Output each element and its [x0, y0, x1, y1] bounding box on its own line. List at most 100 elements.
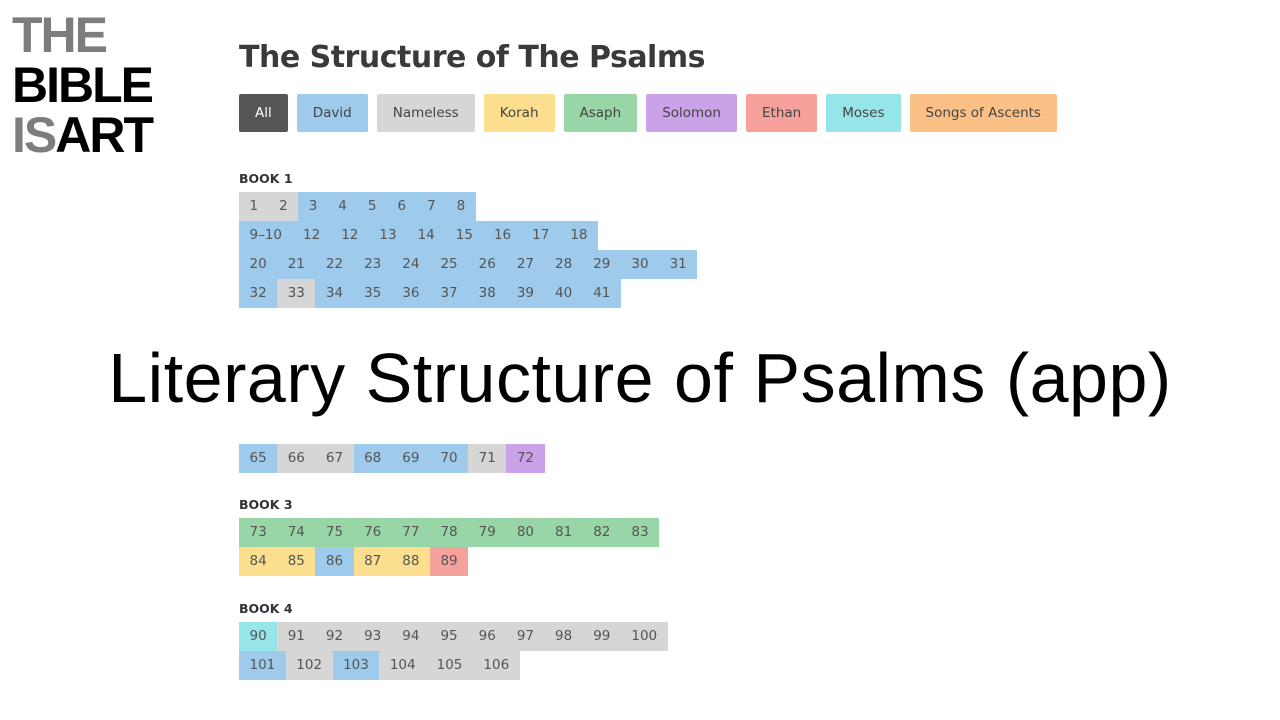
psalm-row: 65 66 67 68 69 70 71 72	[239, 444, 545, 473]
psalm-cell[interactable]: 65	[239, 444, 278, 473]
psalm-cell[interactable]: 89	[429, 547, 469, 576]
psalm-cell[interactable]: 6	[386, 192, 417, 221]
filter-korah-button[interactable]: Korah	[483, 94, 555, 132]
psalm-cell[interactable]: 30	[620, 250, 660, 279]
psalm-cell[interactable]: 78	[429, 518, 469, 547]
psalm-cell[interactable]: 33	[277, 279, 316, 308]
psalm-cell[interactable]: 96	[468, 622, 507, 651]
psalm-cell[interactable]: 77	[391, 518, 430, 547]
psalm-cell[interactable]: 3	[298, 192, 328, 221]
psalm-cell[interactable]: 28	[544, 250, 583, 279]
psalm-cell[interactable]: 13	[368, 221, 408, 250]
psalm-cell[interactable]: 92	[315, 622, 354, 651]
psalm-cell[interactable]: 86	[315, 547, 354, 576]
filter-moses-button[interactable]: Moses	[826, 94, 901, 132]
psalm-cell[interactable]: 106	[472, 651, 520, 680]
filter-nameless-button[interactable]: Nameless	[376, 94, 475, 132]
psalm-cell[interactable]: 68	[353, 444, 392, 473]
psalm-cell[interactable]: 37	[429, 279, 469, 308]
psalm-cell[interactable]: 12	[330, 221, 369, 250]
psalm-cell[interactable]: 83	[620, 518, 660, 547]
psalm-cell[interactable]: 85	[277, 547, 316, 576]
psalm-cell[interactable]: 4	[327, 192, 358, 221]
psalm-cell[interactable]: 97	[506, 622, 545, 651]
psalm-cell[interactable]: 88	[391, 547, 430, 576]
psalm-cell[interactable]: 34	[315, 279, 354, 308]
psalm-cell[interactable]: 24	[391, 250, 430, 279]
book-label: BOOK 4	[239, 601, 293, 616]
page-title: The Structure of The Psalms	[239, 40, 705, 75]
psalm-row: 90 91 92 93 94 95 96 97 98 99 100	[239, 622, 668, 651]
psalm-cell[interactable]: 2	[268, 192, 299, 221]
psalm-cell[interactable]: 90	[239, 622, 278, 651]
psalm-cell[interactable]: 1	[239, 192, 269, 221]
psalm-cell[interactable]: 17	[521, 221, 560, 250]
psalm-cell[interactable]: 101	[239, 651, 286, 680]
psalm-cell[interactable]: 22	[315, 250, 354, 279]
psalm-cell[interactable]: 15	[445, 221, 484, 250]
psalm-cell[interactable]: 31	[659, 250, 698, 279]
psalm-cell[interactable]: 73	[239, 518, 278, 547]
psalm-cell[interactable]: 91	[277, 622, 316, 651]
psalm-cell[interactable]: 5	[357, 192, 387, 221]
psalm-cell[interactable]: 81	[544, 518, 583, 547]
psalm-cell[interactable]: 8	[446, 192, 476, 221]
psalm-cell[interactable]: 21	[277, 250, 316, 279]
psalm-cell[interactable]: 71	[468, 444, 507, 473]
psalm-cell[interactable]: 99	[582, 622, 621, 651]
psalm-cell[interactable]: 66	[277, 444, 316, 473]
psalm-cell[interactable]: 82	[582, 518, 621, 547]
psalm-cell[interactable]: 9–10	[239, 221, 293, 250]
book-4-section: BOOK 4 90 91 92 93 94 95 96 97 98 99 100 101 102 103 10…	[239, 598, 668, 680]
psalm-cell[interactable]: 93	[353, 622, 392, 651]
psalm-cell[interactable]: 105	[426, 651, 473, 680]
book-label: BOOK 1	[239, 171, 293, 186]
psalm-cell[interactable]: 16	[483, 221, 522, 250]
psalm-cell[interactable]: 69	[391, 444, 430, 473]
psalm-cell[interactable]: 29	[582, 250, 621, 279]
filter-asaph-button[interactable]: Asaph	[563, 94, 638, 132]
psalm-cell[interactable]: 84	[239, 547, 278, 576]
psalm-cell[interactable]: 41	[582, 279, 621, 308]
filter-solomon-button[interactable]: Solomon	[646, 94, 737, 132]
psalm-cell[interactable]: 70	[429, 444, 469, 473]
psalm-cell[interactable]: 94	[391, 622, 430, 651]
psalm-cell[interactable]: 39	[506, 279, 545, 308]
filter-ethan-button[interactable]: Ethan	[746, 94, 818, 132]
psalm-cell[interactable]: 26	[468, 250, 507, 279]
psalm-row: 101 102 103 104 105 106	[239, 651, 668, 680]
psalm-cell[interactable]: 40	[544, 279, 583, 308]
psalm-row: 9–10 12 12 13 14 15 16 17 18	[239, 221, 697, 250]
psalm-row: 32 33 34 35 36 37 38 39 40 41	[239, 279, 697, 308]
psalm-cell[interactable]: 36	[391, 279, 430, 308]
psalm-cell[interactable]: 104	[379, 651, 427, 680]
psalm-cell[interactable]: 103	[332, 651, 380, 680]
psalm-cell[interactable]: 100	[620, 622, 668, 651]
psalm-cell[interactable]: 23	[353, 250, 392, 279]
psalm-cell[interactable]: 25	[429, 250, 469, 279]
psalm-cell[interactable]: 32	[239, 279, 278, 308]
psalm-cell[interactable]: 14	[407, 221, 446, 250]
psalm-cell[interactable]: 95	[429, 622, 469, 651]
psalm-cell[interactable]: 80	[506, 518, 545, 547]
psalm-cell[interactable]: 74	[277, 518, 316, 547]
psalm-cell[interactable]: 72	[506, 444, 545, 473]
psalm-cell[interactable]: 18	[559, 221, 599, 250]
filter-all-button[interactable]: All	[239, 94, 288, 132]
filter-david-button[interactable]: David	[296, 94, 368, 132]
psalm-cell[interactable]: 20	[239, 250, 278, 279]
psalm-cell[interactable]: 7	[416, 192, 447, 221]
psalm-cell[interactable]: 79	[468, 518, 507, 547]
psalm-cell[interactable]: 98	[544, 622, 583, 651]
psalm-cell[interactable]: 35	[353, 279, 392, 308]
psalm-cell[interactable]: 87	[353, 547, 392, 576]
psalm-cell[interactable]: 75	[315, 518, 354, 547]
filter-songs-of-ascents-button[interactable]: Songs of Ascents	[909, 94, 1057, 132]
book-1-section: BOOK 1 1 2 3 4 5 6 7 8 9–10 12 12 13 14 15 16 17 18 20 21 22…	[239, 168, 698, 308]
psalm-cell[interactable]: 38	[468, 279, 507, 308]
psalm-cell[interactable]: 27	[506, 250, 545, 279]
psalm-cell[interactable]: 102	[285, 651, 333, 680]
psalm-cell[interactable]: 67	[315, 444, 354, 473]
psalm-cell[interactable]: 12	[292, 221, 331, 250]
psalm-cell[interactable]: 76	[353, 518, 392, 547]
